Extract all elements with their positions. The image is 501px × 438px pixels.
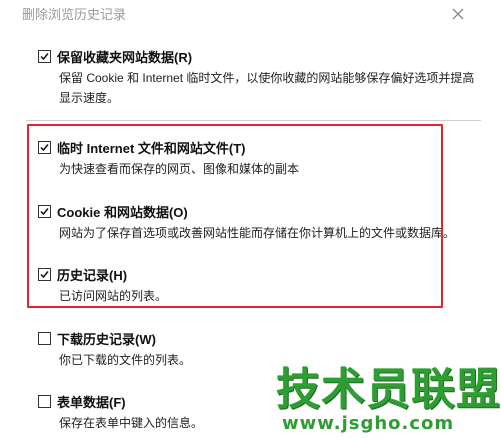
close-button[interactable] [447, 3, 469, 25]
title-bar: 删除浏览历史记录 [0, 0, 501, 28]
form-data-checkbox[interactable] [38, 394, 51, 408]
keep-favorites-label[interactable]: 保留收藏夹网站数据(R) [57, 47, 192, 66]
checkmark-icon [40, 52, 49, 60]
option-keep-favorites: 保留收藏夹网站数据(R) 保留 Cookie 和 Internet 临时文件，以… [38, 47, 478, 108]
highlight-box [27, 124, 443, 308]
divider [26, 120, 481, 121]
form-data-label[interactable]: 表单数据(F) [57, 392, 126, 411]
delete-browsing-history-dialog: 删除浏览历史记录 保留收藏夹网站数据(R) 保留 Cookie 和 Intern… [0, 0, 501, 438]
watermark-text: 技术员联盟 [276, 364, 501, 415]
keep-favorites-checkbox[interactable] [38, 49, 51, 63]
window-title: 删除浏览历史记录 [22, 7, 127, 22]
keep-favorites-description: 保留 Cookie 和 Internet 临时文件，以使你收藏的网站能够保存偏好… [59, 71, 475, 105]
watermark-url: www.jsgho.com [282, 413, 455, 434]
download-history-checkbox[interactable] [38, 331, 51, 345]
close-icon [452, 8, 464, 20]
watermark-logo: 技术员联盟 www.jsgho.com [276, 366, 500, 436]
download-history-label[interactable]: 下载历史记录(W) [57, 329, 156, 348]
